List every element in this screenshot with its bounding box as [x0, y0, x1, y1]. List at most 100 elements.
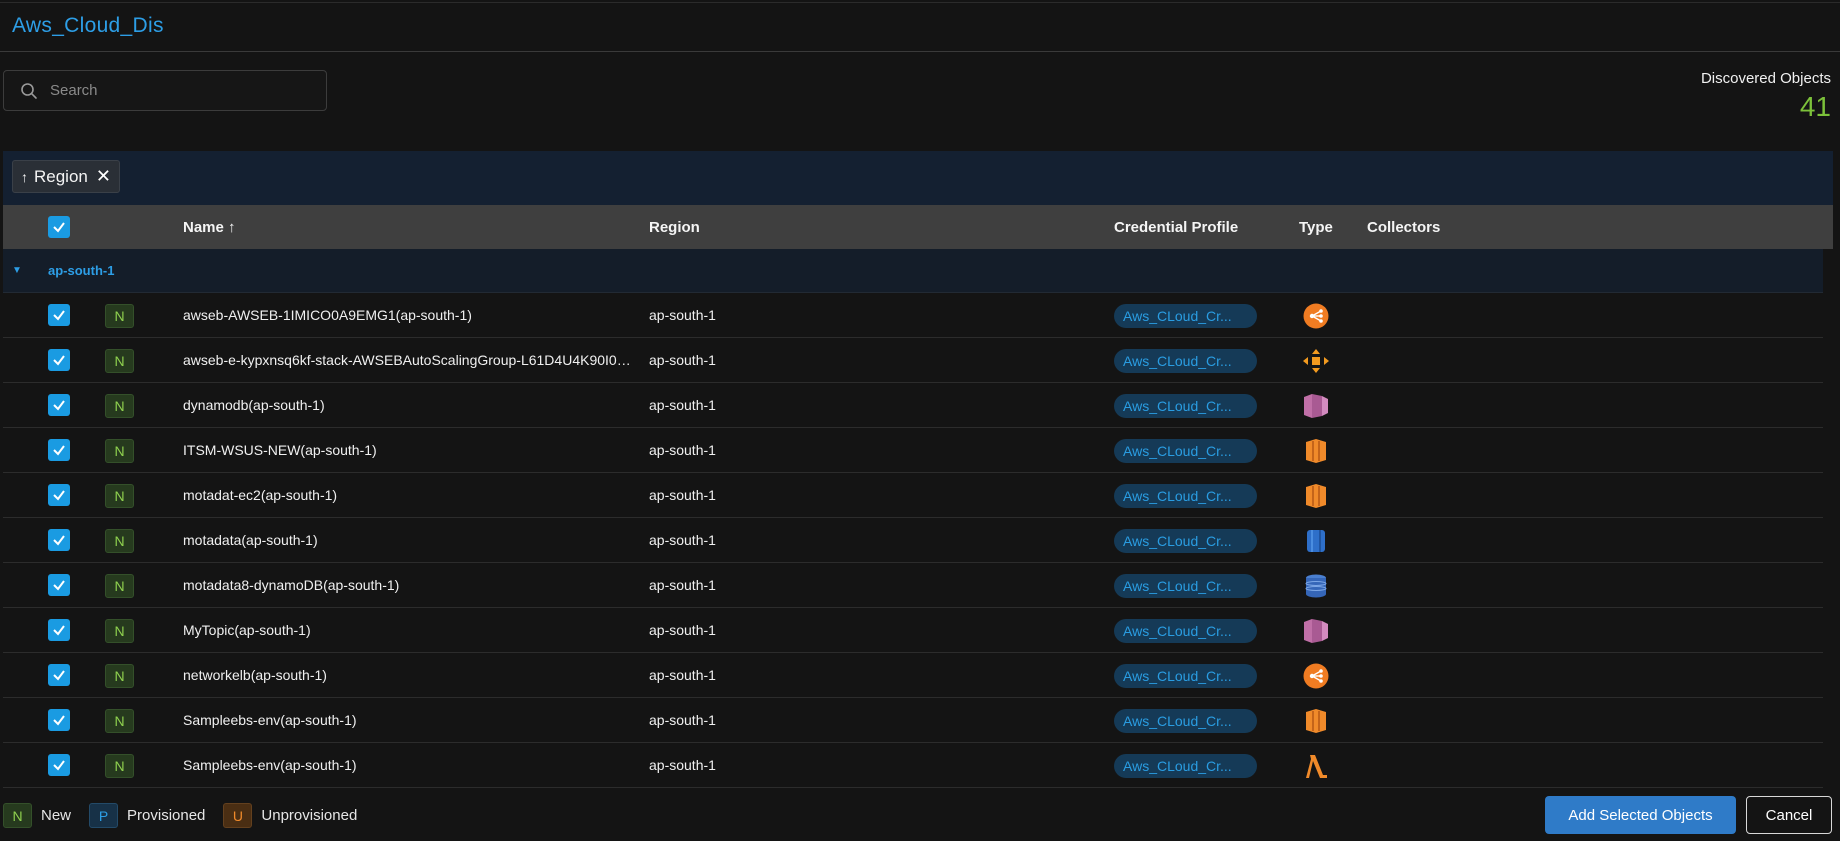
legend-badge-unprovisioned: U [223, 803, 253, 828]
table-row[interactable]: N Sampleebs-env(ap-south-1) ap-south-1 Aws_… [3, 698, 1823, 743]
table-row[interactable]: Nawseb-AWSEB-1IMICO0A9EMG1(ap-south-1) ap… [3, 293, 1823, 338]
lambda-icon [1302, 752, 1330, 780]
legend-badge-new: N [3, 803, 32, 828]
table-row[interactable]: N Sampleebs-env(ap-south-1) ap-south-1 Aws_… [3, 743, 1823, 788]
table-row[interactable]: Nawseb-e-kypxnsq6kf-stack-AWSEBAutoScali… [3, 338, 1823, 383]
status-badge: N [105, 484, 134, 508]
cell-region: ap-south-1 [649, 667, 716, 683]
table-row[interactable]: N MyTopic(ap-south-1) ap-south-1 Aws_CLoud_… [3, 608, 1823, 653]
credential-profile-tag[interactable]: Aws_CLoud_Cr... [1114, 304, 1257, 328]
group-row-label: ap-south-1 [48, 263, 115, 278]
legend-label-new: New [41, 807, 72, 824]
cell-region: ap-south-1 [649, 487, 716, 503]
add-selected-objects-button[interactable]: Add Selected Objects [1545, 796, 1736, 834]
status-badge: N [105, 394, 134, 418]
cell-name: networkelb(ap-south-1) [183, 667, 327, 683]
credential-profile-tag[interactable]: Aws_CLoud_Cr... [1114, 619, 1257, 643]
status-badge: N [105, 349, 134, 373]
credential-profile-tag[interactable]: Aws_CLoud_Cr... [1114, 754, 1257, 778]
elb-icon [1302, 302, 1330, 330]
row-checkbox[interactable] [48, 439, 70, 461]
cell-name: awseb-e-kypxnsq6kf-stack-AWSEBAutoScalin… [183, 352, 633, 368]
page-header: Aws_Cloud_Dis [0, 0, 1840, 52]
row-checkbox[interactable] [48, 484, 70, 506]
row-checkbox[interactable] [48, 349, 70, 371]
credential-profile-tag[interactable]: Aws_CLoud_Cr... [1114, 574, 1257, 598]
discovered-objects: Discovered Objects 41 [1701, 70, 1831, 123]
table-row[interactable]: Nnetworkelb(ap-south-1) ap-south-1 Aws_CLo… [3, 653, 1823, 698]
cancel-button[interactable]: Cancel [1746, 796, 1832, 834]
credential-profile-tag[interactable]: Aws_CLoud_Cr... [1114, 709, 1257, 733]
discovered-objects-count: 41 [1799, 91, 1831, 122]
table-row[interactable]: Ndynamodb(ap-south-1) ap-south-1 Aws_CLoud… [3, 383, 1823, 428]
legend-item-provisioned: P Provisioned [89, 803, 205, 828]
table-row[interactable]: N ITSM-WSUS-NEW(ap-south-1) ap-south-1 Aws_… [3, 428, 1823, 473]
credential-profile-tag[interactable]: Aws_CLoud_Cr... [1114, 439, 1257, 463]
row-checkbox[interactable] [48, 754, 70, 776]
check-icon [53, 670, 65, 681]
column-header-region[interactable]: Region [649, 219, 700, 236]
page-title: Aws_Cloud_Dis [12, 14, 164, 37]
cell-name: ITSM-WSUS-NEW(ap-south-1) [183, 442, 377, 458]
credential-profile-tag[interactable]: Aws_CLoud_Cr... [1114, 349, 1257, 373]
autoscaling-icon [1302, 347, 1330, 375]
credential-profile-tag[interactable]: Aws_CLoud_Cr... [1114, 664, 1257, 688]
table-row[interactable]: Nmotadata8-dynamoDB(ap-south-1) ap-south-… [3, 563, 1823, 608]
sns-icon [1302, 617, 1330, 645]
row-checkbox[interactable] [48, 529, 70, 551]
status-badge: N [105, 439, 134, 463]
dynamodb-icon [1302, 572, 1330, 600]
check-icon [53, 222, 65, 233]
cell-region: ap-south-1 [649, 577, 716, 593]
group-by-chip-label: Region [34, 166, 88, 186]
cell-name: awseb-AWSEB-1IMICO0A9EMG1(ap-south-1) [183, 307, 472, 323]
row-checkbox[interactable] [48, 709, 70, 731]
legend-item-new: N New [3, 803, 71, 828]
table-row[interactable]: Nmotadat-ec2(ap-south-1) ap-south-1 Aws_CL… [3, 473, 1823, 518]
search-input[interactable] [48, 72, 326, 109]
check-icon [53, 400, 65, 411]
row-checkbox[interactable] [48, 619, 70, 641]
cell-region: ap-south-1 [649, 712, 716, 728]
check-icon [53, 760, 65, 771]
ec2-icon [1302, 707, 1330, 735]
cell-name: dynamodb(ap-south-1) [183, 397, 325, 413]
cell-name: motadat-ec2(ap-south-1) [183, 487, 338, 503]
row-checkbox[interactable] [48, 574, 70, 596]
credential-profile-tag[interactable]: Aws_CLoud_Cr... [1114, 484, 1257, 508]
group-by-bar: ↑ Region ✕ [3, 151, 1833, 205]
column-header-name[interactable]: Name ↑ [183, 219, 236, 236]
status-badge: N [105, 619, 134, 643]
column-header-collectors[interactable]: Collectors [1367, 219, 1440, 236]
table-header: Name ↑ Region Credential Profile Type Co… [3, 205, 1833, 249]
check-icon [53, 310, 65, 321]
group-by-chip-region[interactable]: ↑ Region ✕ [12, 160, 120, 193]
close-icon[interactable]: ✕ [96, 166, 111, 187]
credential-profile-tag[interactable]: Aws_CLoud_Cr... [1114, 529, 1257, 553]
column-header-type[interactable]: Type [1299, 219, 1333, 236]
check-icon [53, 715, 65, 726]
table-row[interactable]: Nmotadata(ap-south-1) ap-south-1 Aws_CLoud… [3, 518, 1823, 563]
search-box [3, 70, 327, 111]
check-icon [53, 355, 65, 366]
elb-icon [1302, 662, 1330, 690]
row-checkbox[interactable] [48, 394, 70, 416]
legend-item-unprovisioned: U Unprovisioned [223, 803, 357, 828]
credential-profile-tag[interactable]: Aws_CLoud_Cr... [1114, 394, 1257, 418]
legend-label-provisioned: Provisioned [127, 807, 206, 824]
cell-name: MyTopic(ap-south-1) [183, 622, 311, 638]
discovered-objects-label: Discovered Objects [1700, 70, 1831, 87]
group-row-ap-south-1[interactable]: ▼ ap-south-1 [3, 249, 1823, 293]
status-badge: N [105, 754, 134, 778]
cell-region: ap-south-1 [649, 622, 716, 638]
check-icon [53, 490, 65, 501]
check-icon [53, 580, 65, 591]
status-badge: N [105, 709, 134, 733]
column-header-credential-profile[interactable]: Credential Profile [1114, 219, 1238, 236]
cell-region: ap-south-1 [649, 532, 716, 548]
row-checkbox[interactable] [48, 304, 70, 326]
row-checkbox[interactable] [48, 664, 70, 686]
select-all-checkbox[interactable] [48, 216, 70, 238]
caret-down-icon[interactable]: ▼ [12, 265, 22, 276]
cell-name: Sampleebs-env(ap-south-1) [183, 757, 357, 773]
